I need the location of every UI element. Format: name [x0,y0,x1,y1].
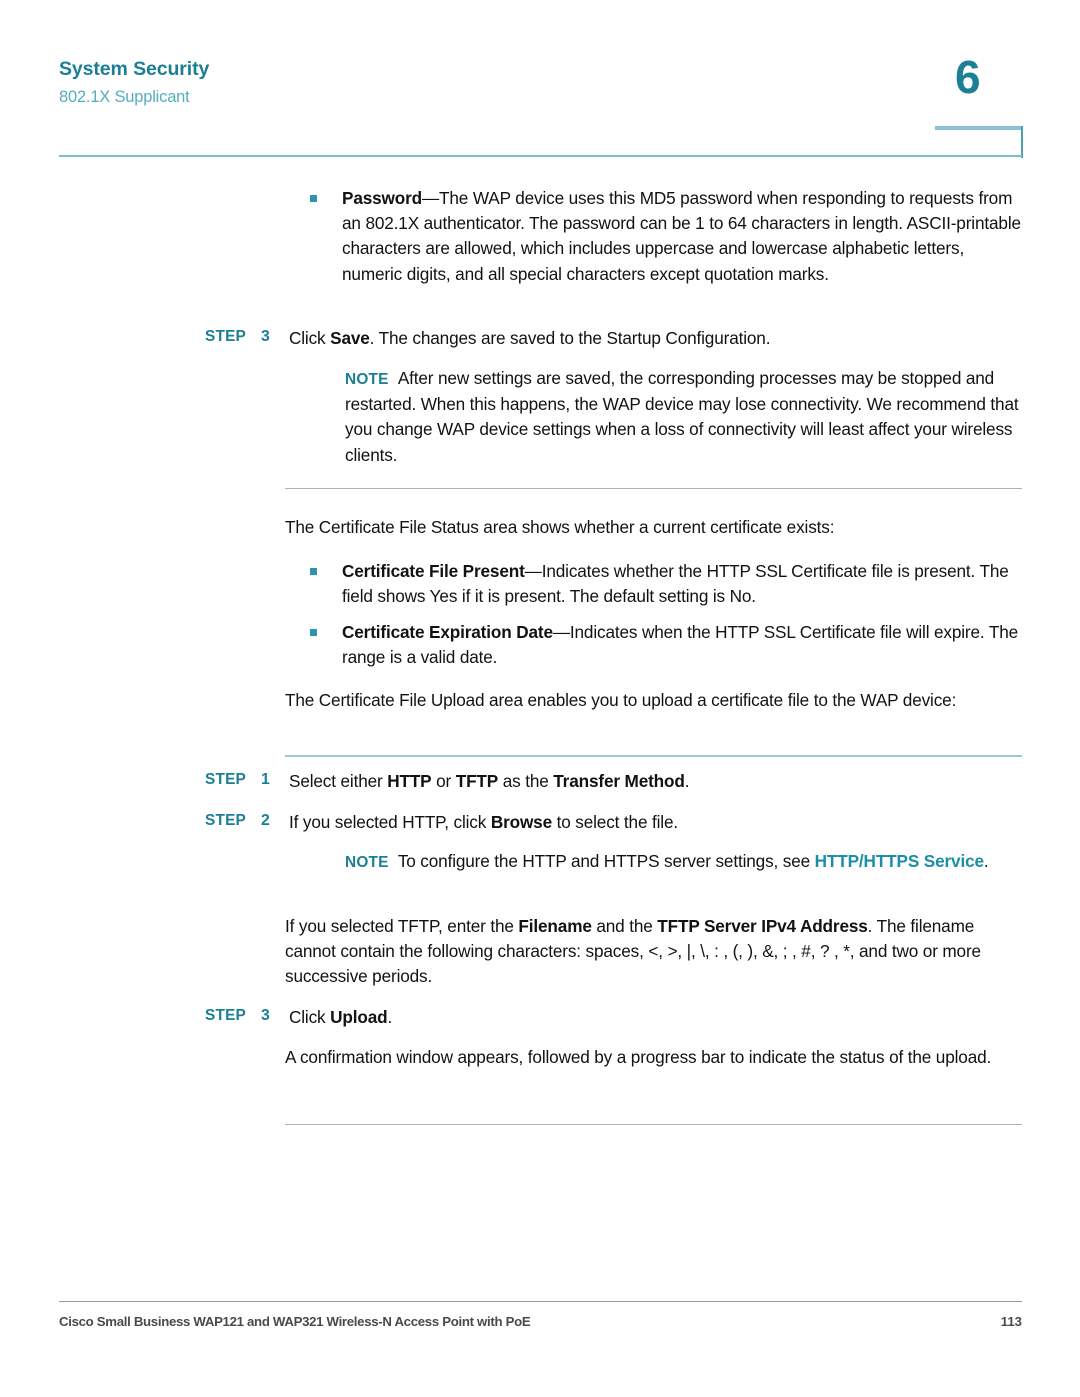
step-save: STEP 3 Click Save. The changes are saved… [205,326,1022,351]
filename-field-reference: Filename [518,916,592,936]
footer-page-number: 113 [1000,1314,1022,1329]
step-number: 3 [261,1007,270,1024]
browse-button-reference: Browse [490,812,552,832]
chapter-box-top-edge [935,126,1023,130]
term-password: Password [342,188,422,208]
step-label: STEP [205,1007,246,1024]
term-password-description: —The WAP device uses this MD5 password w… [342,188,1021,284]
step-label: STEP [205,812,246,829]
step-transfer-seg4: . [684,771,690,791]
tftp-seg1: If you selected TFTP, enter the [285,916,519,936]
step-browse-seg1: If you selected HTTP, click [289,812,491,832]
step-upload-seg2: . [387,1007,393,1027]
note-label: NOTE [345,854,389,871]
list-item: Certificate Expiration Date—Indicates wh… [310,620,1022,670]
step-label: STEP [205,328,246,345]
note-save: NOTE After new settings are saved, the c… [345,366,1022,468]
tftp-server-address-field-reference: TFTP Server IPv4 Address [657,916,868,936]
term-certificate-file-present: Certificate File Present [342,561,525,581]
paragraph-certificate-status: The Certificate File Status area shows w… [285,517,835,537]
step-text: Click Upload. [289,1005,1022,1030]
step-text: Select either HTTP or TFTP as the Transf… [289,769,1022,794]
http-option-reference: HTTP [387,771,432,791]
section-divider [285,1124,1022,1125]
step-transfer-seg3: as the [498,771,554,791]
note-http-seg2: . [983,851,989,871]
paragraph-tftp-filename: If you selected TFTP, enter the Filename… [285,914,1022,990]
step-label: STEP [205,771,246,788]
step-number: 1 [261,771,270,788]
step-browse: STEP 2 If you selected HTTP, click Brows… [205,810,1022,835]
save-button-reference: Save [330,328,370,348]
tftp-seg2: and the [591,916,658,936]
chapter-box-right-edge [1021,126,1023,158]
step-transfer-seg2: or [431,771,456,791]
page-header: System Security 802.1X Supplicant 6 [0,0,1080,160]
transfer-method-field-reference: Transfer Method [553,771,685,791]
procedure-divider [285,755,1022,757]
paragraph-certificate-upload: The Certificate File Upload area enables… [285,690,957,710]
step-save-suffix: . The changes are saved to the Startup C… [369,328,771,348]
step-browse-seg2: to select the file. [552,812,679,832]
list-item: Certificate File Present—Indicates wheth… [310,559,1022,609]
chapter-number: 6 [955,51,981,103]
step-text: Click Save. The changes are saved to the… [289,326,1022,351]
square-bullet-icon [310,629,317,636]
cross-reference-http-https-service[interactable]: HTTP/HTTPS Service [815,851,984,871]
header-divider [59,155,1022,157]
term-certificate-expiration-date: Certificate Expiration Date [342,622,553,642]
footer-divider [59,1301,1022,1302]
note-save-text: After new settings are saved, the corres… [345,368,1019,465]
list-item: Password—The WAP device uses this MD5 pa… [310,186,1022,287]
paragraph-upload-confirmation: A confirmation window appears, followed … [285,1047,992,1067]
note-label: NOTE [345,371,389,388]
step-transfer-seg1: Select either [289,771,388,791]
step-number: 3 [261,328,270,345]
list-item-text: Password—The WAP device uses this MD5 pa… [342,186,1022,287]
upload-button-reference: Upload [330,1007,388,1027]
note-http-seg1: To configure the HTTP and HTTPS server s… [397,851,815,871]
list-item-text: Certificate File Present—Indicates wheth… [342,559,1022,609]
note-http-https: NOTE To configure the HTTP and HTTPS ser… [345,849,1022,875]
step-save-prefix: Click [289,328,331,348]
list-item-text: Certificate Expiration Date—Indicates wh… [342,620,1022,670]
tftp-option-reference: TFTP [455,771,499,791]
step-text: If you selected HTTP, click Browse to se… [289,810,1022,835]
step-upload-seg1: Click [289,1007,331,1027]
square-bullet-icon [310,568,317,575]
section-divider [285,488,1022,489]
step-transfer-method: STEP 1 Select either HTTP or TFTP as the… [205,769,1022,794]
document-page: System Security 802.1X Supplicant 6 Pass… [0,0,1080,1397]
step-number: 2 [261,812,270,829]
header-title: System Security [59,58,210,80]
square-bullet-icon [310,195,317,202]
step-upload: STEP 3 Click Upload. [205,1005,1022,1030]
header-subtitle: 802.1X Supplicant [59,88,190,106]
